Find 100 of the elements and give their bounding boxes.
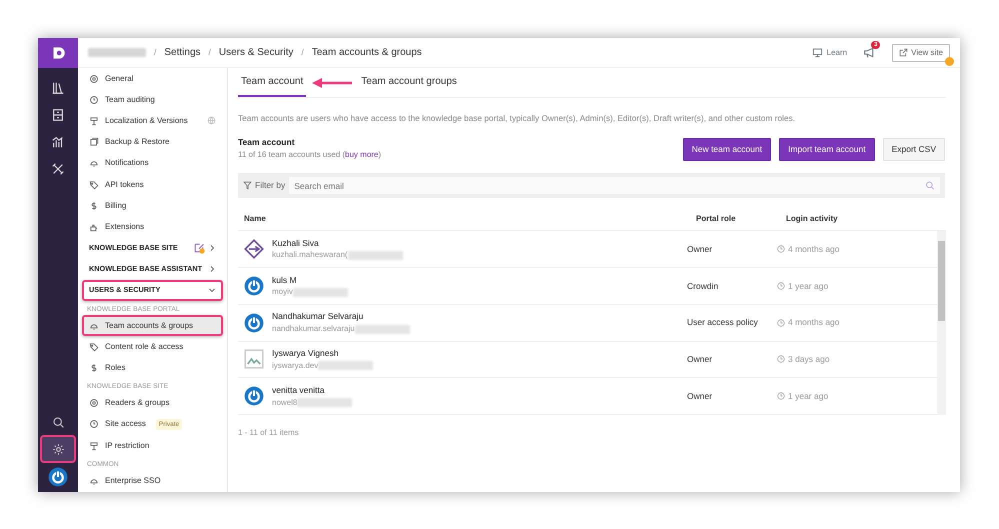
clock-icon bbox=[777, 282, 785, 290]
login-activity: 4 months ago bbox=[788, 242, 840, 256]
sidebar-item[interactable]: Readers & groups bbox=[82, 392, 223, 414]
redacted-block bbox=[354, 324, 410, 334]
diamond-logo-icon bbox=[244, 239, 264, 260]
chevron-right-icon bbox=[208, 265, 216, 274]
filter-icon bbox=[243, 181, 252, 190]
breadcrumb-link[interactable]: Team accounts & groups bbox=[312, 45, 422, 60]
dollar-icon bbox=[89, 363, 99, 374]
sidebar-item[interactable]: Enterprise SSO bbox=[82, 470, 223, 492]
user-email: nandhakumar.selvaraju bbox=[272, 323, 355, 336]
sidebar-item[interactable]: Roles bbox=[82, 357, 223, 379]
sidebar-item[interactable]: Team accounts & groups bbox=[82, 315, 223, 336]
breadcrumb-separator: / bbox=[301, 46, 304, 59]
sidebar-item[interactable]: Content role & access bbox=[82, 336, 223, 358]
user-email: kuzhali.maheswaran( bbox=[272, 249, 348, 262]
search-field[interactable]: Search email bbox=[289, 177, 920, 194]
signpost-icon bbox=[89, 440, 99, 451]
clock-icon bbox=[777, 318, 785, 327]
sidebar-item[interactable]: Extensions bbox=[82, 216, 223, 238]
user-email: moyiv bbox=[272, 286, 293, 298]
signpost-icon bbox=[89, 116, 99, 126]
tools-icon[interactable] bbox=[51, 162, 65, 176]
sidebar-item[interactable]: Team auditing bbox=[82, 89, 223, 110]
copy-icon bbox=[89, 137, 99, 148]
user-avatar bbox=[244, 312, 264, 333]
monitor-icon[interactable] bbox=[812, 47, 823, 58]
breadcrumb-separator: / bbox=[208, 46, 211, 59]
action-button[interactable]: New team account bbox=[682, 138, 772, 162]
redacted-block bbox=[292, 288, 348, 297]
portal-role: Owner bbox=[687, 390, 714, 403]
login-activity: 1 year ago bbox=[788, 390, 828, 403]
books-icon[interactable] bbox=[51, 81, 65, 95]
chevron-down-icon bbox=[208, 286, 216, 294]
column-header: Portal role bbox=[696, 213, 737, 226]
sidebar-item[interactable]: General bbox=[82, 68, 223, 90]
breadcrumb-link[interactable]: Settings bbox=[164, 45, 201, 60]
sidebar-item[interactable]: Notifications bbox=[82, 152, 223, 174]
login-activity: 3 days ago bbox=[788, 353, 830, 366]
clock-icon bbox=[777, 392, 785, 400]
megaphone-icon[interactable] bbox=[863, 46, 876, 60]
sidebar-item[interactable]: API tokens bbox=[82, 174, 223, 196]
breadcrumb-link[interactable]: Users & Security bbox=[218, 45, 294, 60]
tag-icon bbox=[89, 342, 99, 352]
chevron-right-icon bbox=[208, 244, 216, 252]
portal-role: Owner bbox=[687, 242, 714, 256]
chart-icon[interactable] bbox=[51, 135, 65, 149]
dollar-icon bbox=[89, 200, 99, 211]
settings-button[interactable] bbox=[42, 437, 74, 461]
sidebar-item[interactable]: IP restriction bbox=[82, 435, 223, 456]
clock-icon bbox=[777, 355, 785, 364]
breadcrumb-separator: / bbox=[154, 46, 156, 59]
tab[interactable]: Team account bbox=[238, 68, 306, 97]
user-name: Kuzhali Siva bbox=[272, 236, 320, 250]
portal-role: User access policy bbox=[687, 316, 759, 330]
archive-icon[interactable] bbox=[51, 108, 65, 122]
redacted-block bbox=[297, 398, 352, 408]
globe-icon bbox=[207, 116, 216, 126]
learn-link[interactable]: Learn bbox=[826, 46, 848, 58]
section-title: Team account bbox=[238, 136, 296, 150]
login-activity: 4 months ago bbox=[788, 316, 840, 330]
description-text: Team accounts are users who have access to the knowledge base portal, typically Owner(s), Admin(s), Editor(s), Draft writer(s), and other custom roles. bbox=[238, 112, 796, 124]
user-email: nowel8 bbox=[272, 396, 298, 409]
action-button[interactable]: Export CSV bbox=[882, 138, 945, 162]
user-email: iyswarya.dev bbox=[272, 360, 318, 372]
sidebar-item[interactable]: Localization & Versions bbox=[82, 110, 223, 132]
user-name: kuls M bbox=[272, 274, 298, 286]
user-avatar bbox=[244, 386, 264, 406]
clock-icon bbox=[777, 245, 785, 254]
search-icon bbox=[52, 416, 64, 428]
column-header: Login activity bbox=[786, 213, 839, 226]
user-name: Nandhakumar Selvaraju bbox=[272, 310, 364, 324]
annotation-arrow bbox=[312, 76, 352, 88]
redacted-block bbox=[348, 250, 403, 260]
user-name: Iyswarya Vignesh bbox=[272, 347, 340, 360]
scrollbar[interactable] bbox=[937, 231, 946, 416]
target-icon bbox=[89, 398, 99, 408]
status-dot bbox=[945, 56, 954, 66]
usage-text: 11 of 16 team accounts used (buy more) bbox=[238, 149, 382, 162]
user-name: venitta venitta bbox=[272, 384, 326, 397]
target-icon bbox=[89, 74, 99, 84]
filter-label: Filter by bbox=[243, 179, 286, 192]
user-avatar bbox=[244, 276, 264, 296]
sidebar-item[interactable]: Backup & Restore bbox=[82, 132, 223, 153]
tab[interactable]: Team account groups bbox=[358, 68, 460, 97]
portal-role: Crowdin bbox=[687, 280, 720, 292]
redacted-block bbox=[88, 48, 146, 57]
broken-image-icon bbox=[244, 349, 264, 370]
external-link-icon bbox=[899, 48, 908, 57]
pagination-info: 1 - 11 of 11 items bbox=[238, 427, 300, 440]
logo[interactable] bbox=[38, 38, 78, 68]
puzzle-icon bbox=[89, 222, 99, 232]
edit-icon bbox=[193, 242, 205, 254]
tag-icon bbox=[89, 180, 99, 190]
portal-role: Owner bbox=[687, 353, 714, 366]
buy-more-link[interactable]: buy more bbox=[345, 150, 378, 160]
user-avatar[interactable] bbox=[48, 467, 68, 487]
redacted-block bbox=[318, 361, 374, 370]
action-button[interactable]: Import team account bbox=[779, 138, 875, 162]
sidebar-item[interactable]: Billing bbox=[82, 195, 223, 216]
